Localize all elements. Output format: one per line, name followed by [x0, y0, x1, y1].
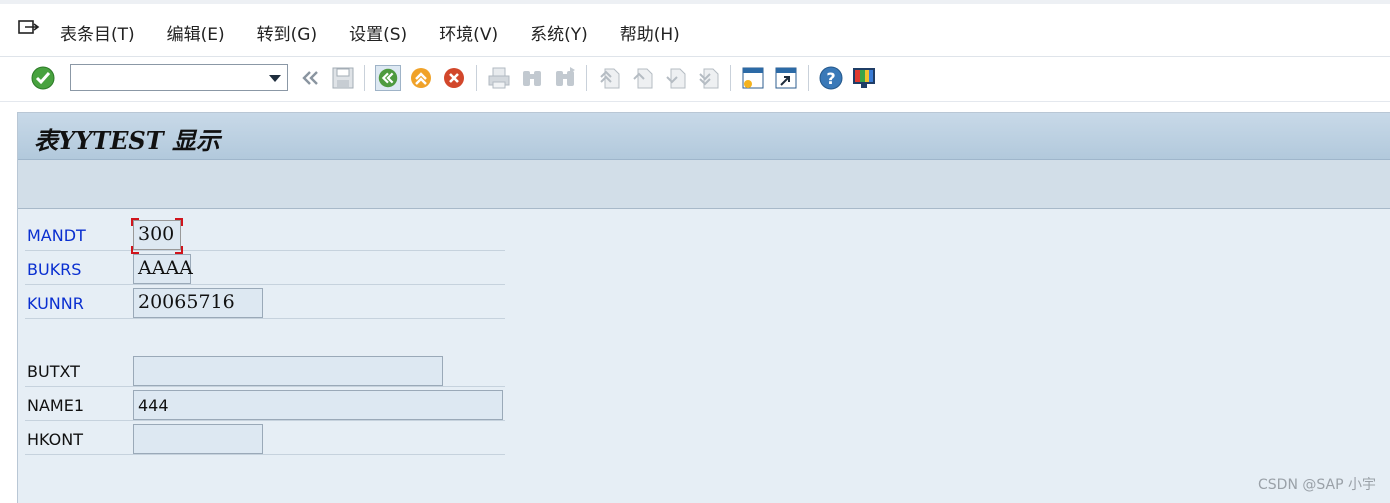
- menu-goto[interactable]: 转到(G): [257, 20, 317, 45]
- shortcut-icon[interactable]: [773, 65, 799, 91]
- toolbar-separator: [808, 65, 809, 91]
- menu-system[interactable]: 系统(Y): [530, 20, 588, 45]
- customize-layout-icon[interactable]: [851, 65, 877, 91]
- field-label-name1: NAME1: [27, 396, 85, 415]
- application-toolbar: [18, 160, 1390, 209]
- command-input[interactable]: [71, 65, 269, 89]
- kunnr-field[interactable]: 20065716: [133, 288, 263, 318]
- butxt-field[interactable]: [133, 356, 443, 386]
- focus-corner: [131, 218, 139, 226]
- help-icon[interactable]: ?: [818, 65, 844, 91]
- command-dropdown-icon[interactable]: [269, 75, 281, 82]
- command-field[interactable]: [70, 64, 288, 91]
- toolbar-separator: [364, 65, 365, 91]
- svg-text:?: ?: [826, 69, 835, 88]
- field-label-mandt: MANDT: [27, 226, 86, 245]
- field-row-butxt: BUTXT: [25, 354, 505, 387]
- page-title: 表YYTEST 显示: [34, 126, 220, 155]
- field-label-hkont: HKONT: [27, 430, 83, 449]
- menu-settings[interactable]: 设置(S): [349, 20, 407, 45]
- print-icon[interactable]: [486, 65, 512, 91]
- first-page-icon[interactable]: [597, 65, 623, 91]
- cancel-icon[interactable]: [441, 65, 467, 91]
- hkont-field[interactable]: [133, 424, 263, 454]
- last-page-icon[interactable]: [696, 65, 722, 91]
- field-label-kunnr: KUNNR: [27, 294, 84, 313]
- menu-edit[interactable]: 编辑(E): [167, 20, 225, 45]
- toolbar-separator: [730, 65, 731, 91]
- field-row-hkont: HKONT: [25, 422, 505, 455]
- next-page-icon[interactable]: [663, 65, 689, 91]
- prev-page-icon[interactable]: [630, 65, 656, 91]
- focus-corner: [175, 218, 183, 226]
- find-next-icon[interactable]: [552, 65, 578, 91]
- screen-area: 表YYTEST 显示 MANDT 300 BUKRS AAAA KUNNR 20…: [17, 112, 1390, 503]
- new-session-icon[interactable]: [740, 65, 766, 91]
- watermark: CSDN @SAP 小宇: [1258, 477, 1376, 493]
- menu-bar: 表条目(T) 编辑(E) 转到(G) 设置(S) 环境(V) 系统(Y) 帮助(…: [0, 0, 1390, 57]
- title-bar: 表YYTEST 显示: [18, 113, 1390, 160]
- name1-field[interactable]: 444: [133, 390, 503, 420]
- bukrs-field[interactable]: AAAA: [133, 254, 193, 284]
- field-row-name1: NAME1 444: [25, 388, 505, 421]
- menu-help[interactable]: 帮助(H): [620, 20, 680, 45]
- standard-toolbar: ?: [0, 57, 1390, 102]
- menu-environment[interactable]: 环境(V): [439, 20, 498, 45]
- window-top-strip: [0, 0, 1390, 4]
- mandt-field[interactable]: 300: [133, 220, 181, 250]
- find-icon[interactable]: [519, 65, 545, 91]
- back-green-icon[interactable]: [375, 65, 401, 91]
- field-row-mandt: MANDT 300: [25, 218, 505, 254]
- enter-icon[interactable]: [30, 65, 56, 91]
- back-icon[interactable]: [298, 65, 324, 91]
- toolbar-separator: [586, 65, 587, 91]
- exit-icon[interactable]: [408, 65, 434, 91]
- save-icon[interactable]: [330, 65, 356, 91]
- menu-exit-icon[interactable]: [16, 18, 40, 38]
- field-row-kunnr: KUNNR 20065716: [25, 286, 505, 319]
- toolbar-separator: [476, 65, 477, 91]
- field-label-butxt: BUTXT: [27, 362, 80, 381]
- field-row-bukrs: BUKRS AAAA: [25, 252, 505, 285]
- menu-table-entry[interactable]: 表条目(T): [60, 20, 135, 45]
- field-label-bukrs: BUKRS: [27, 260, 82, 279]
